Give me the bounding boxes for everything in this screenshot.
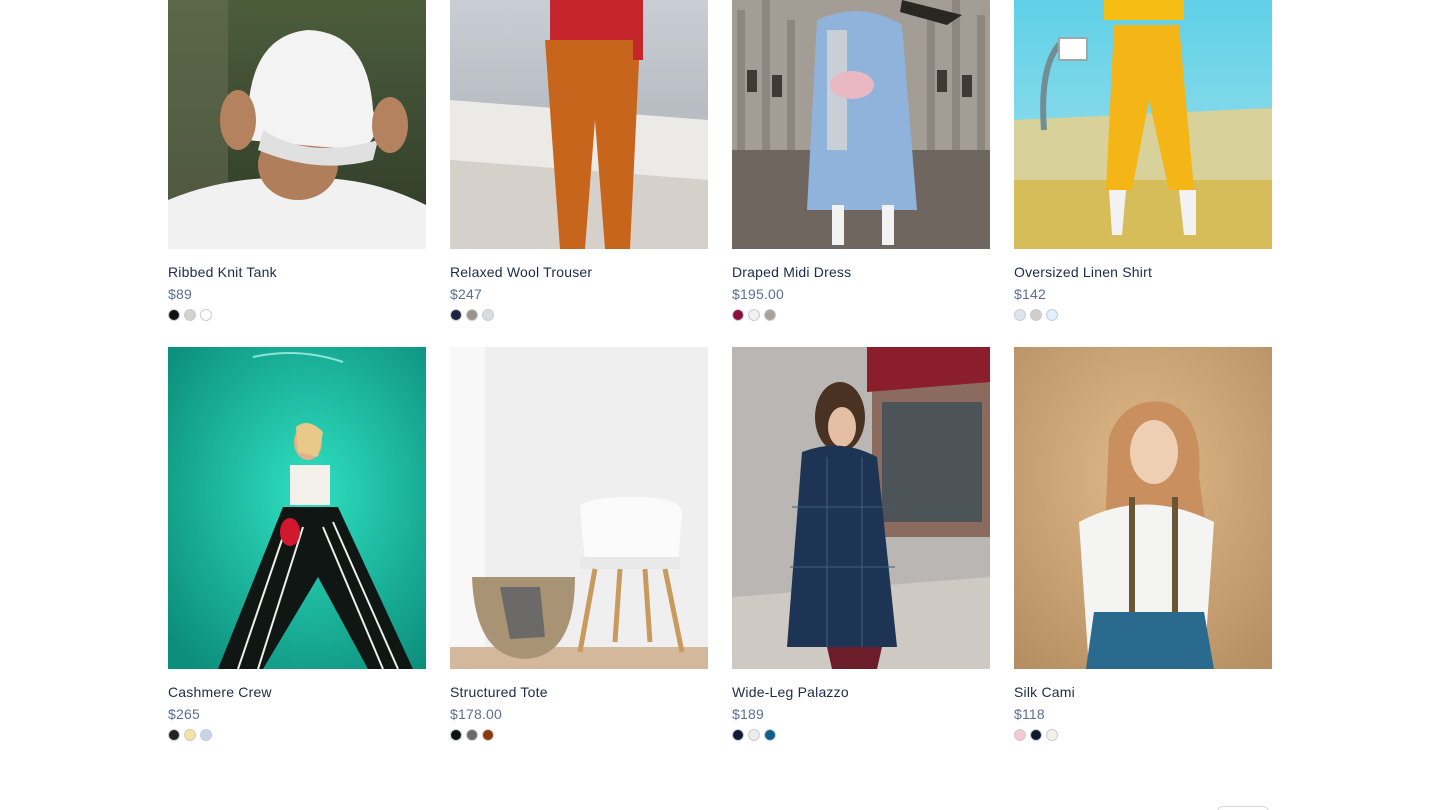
color-swatch[interactable] <box>200 729 212 741</box>
product-name[interactable]: Oversized Linen Shirt <box>1014 263 1272 281</box>
color-swatch[interactable] <box>450 309 462 321</box>
product-name[interactable]: Cashmere Crew <box>168 683 426 701</box>
product-name[interactable]: Draped Midi Dress <box>732 263 990 281</box>
color-swatches <box>1014 729 1272 741</box>
product-price: $178.00 <box>450 706 503 722</box>
color-swatch[interactable] <box>168 309 180 321</box>
product-card[interactable]: Structured Tote $178.00 <box>450 347 708 741</box>
product-image[interactable] <box>168 347 426 669</box>
product-price: $89 <box>168 286 192 302</box>
color-swatch[interactable] <box>200 309 212 321</box>
product-price: $195.00 <box>732 286 785 302</box>
color-swatch[interactable] <box>184 309 196 321</box>
color-swatch[interactable] <box>1014 309 1026 321</box>
product-image[interactable] <box>450 0 708 249</box>
color-swatches <box>168 309 426 321</box>
color-swatches <box>450 729 708 741</box>
color-swatch[interactable] <box>764 729 776 741</box>
product-name[interactable]: Ribbed Knit Tank <box>168 263 426 281</box>
color-swatch[interactable] <box>466 309 478 321</box>
color-swatches <box>168 729 426 741</box>
color-swatch[interactable] <box>482 309 494 321</box>
product-image[interactable] <box>450 347 708 669</box>
product-card[interactable]: Ribbed Knit Tank $89 <box>168 0 426 321</box>
product-image[interactable] <box>732 347 990 669</box>
color-swatch[interactable] <box>1046 729 1058 741</box>
product-price: $142 <box>1014 286 1046 302</box>
color-swatch[interactable] <box>1046 309 1058 321</box>
color-swatch[interactable] <box>1030 309 1042 321</box>
product-name[interactable]: Silk Cami <box>1014 683 1272 701</box>
product-price: $265 <box>168 706 200 722</box>
color-swatch[interactable] <box>732 309 744 321</box>
color-swatch[interactable] <box>184 729 196 741</box>
product-price: $118 <box>1014 706 1045 722</box>
product-image[interactable] <box>1014 347 1272 669</box>
color-swatch[interactable] <box>466 729 478 741</box>
pagination-button[interactable] <box>1217 806 1269 810</box>
product-card[interactable]: Silk Cami $118 <box>1014 347 1272 741</box>
product-card[interactable]: Wide-Leg Palazzo $189 <box>732 347 990 741</box>
product-price: $247 <box>450 286 482 302</box>
color-swatches <box>450 309 708 321</box>
product-image[interactable] <box>732 0 990 249</box>
product-name[interactable]: Relaxed Wool Trouser <box>450 263 708 281</box>
color-swatch[interactable] <box>764 309 776 321</box>
color-swatch[interactable] <box>450 729 462 741</box>
product-card[interactable]: Oversized Linen Shirt $142 <box>1014 0 1272 321</box>
color-swatch[interactable] <box>1030 729 1042 741</box>
color-swatch[interactable] <box>168 729 180 741</box>
product-card[interactable]: Cashmere Crew $265 <box>168 347 426 741</box>
color-swatch[interactable] <box>1014 729 1026 741</box>
product-name[interactable]: Wide-Leg Palazzo <box>732 683 990 701</box>
color-swatches <box>1014 309 1272 321</box>
product-name[interactable]: Structured Tote <box>450 683 708 701</box>
product-image[interactable] <box>168 0 426 249</box>
product-price: $189 <box>732 706 764 722</box>
product-card[interactable]: Relaxed Wool Trouser $247 <box>450 0 708 321</box>
color-swatch[interactable] <box>732 729 744 741</box>
color-swatch[interactable] <box>748 729 760 741</box>
product-image[interactable] <box>1014 0 1272 249</box>
color-swatches <box>732 309 990 321</box>
product-card[interactable]: Draped Midi Dress $195.00 <box>732 0 990 321</box>
color-swatches <box>732 729 990 741</box>
color-swatch[interactable] <box>748 309 760 321</box>
color-swatch[interactable] <box>482 729 494 741</box>
